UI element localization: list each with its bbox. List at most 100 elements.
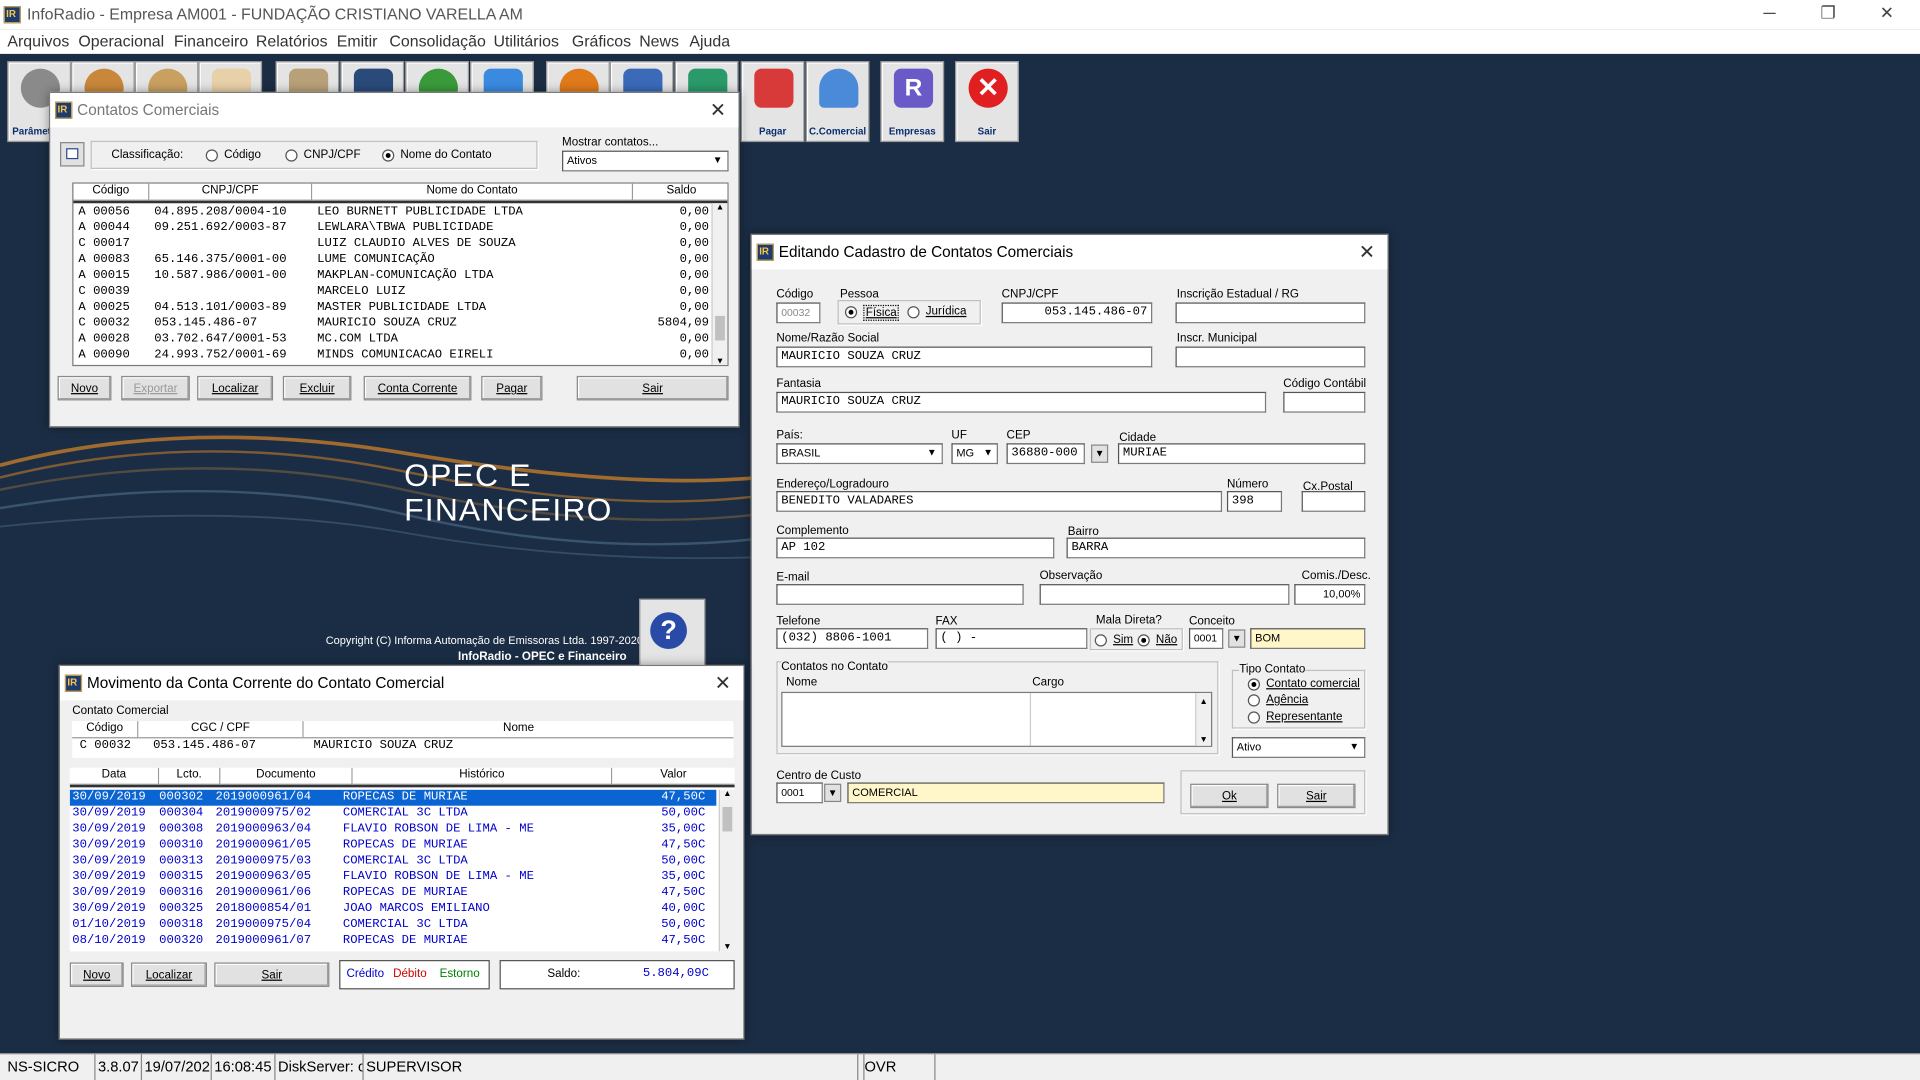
close-icon[interactable]: ✕ xyxy=(715,671,731,695)
contatos-cell[interactable]: LUIZ CLAUDIO ALVES DE SOUZA xyxy=(317,236,515,252)
exportar-button[interactable]: Exportar xyxy=(121,375,190,401)
endereco-field[interactable]: BENEDITO VALADARES xyxy=(776,491,1223,512)
fax-field[interactable]: ( ) - xyxy=(935,628,1088,649)
table-row[interactable]: 30/09/2019 000316 2019000961/06 ROPECAS DE … xyxy=(70,885,717,901)
mov-novo-button[interactable]: Novo xyxy=(69,962,124,987)
pais-select[interactable]: BRASIL xyxy=(776,443,943,465)
scroll-thumb[interactable] xyxy=(722,806,733,832)
table-row[interactable]: 30/09/2019 000308 2019000963/04 FLAVIO ROBS… xyxy=(70,822,717,838)
contatos-cell[interactable]: MARCELO LUIZ xyxy=(317,284,405,300)
contatos-cell[interactable]: LEO BURNETT PUBLICIDADE LTDA xyxy=(317,204,523,220)
table-row[interactable]: 30/09/2019 000313 2019000975/03 COMERCIAL 3… xyxy=(70,853,717,869)
scroll-up-icon[interactable]: ▲ xyxy=(720,790,735,799)
cidade-field[interactable]: MURIAE xyxy=(1117,443,1366,465)
sair-button[interactable]: Sair xyxy=(576,375,729,401)
menu-ajuda[interactable]: Ajuda xyxy=(689,32,730,50)
ok-button[interactable]: Ok xyxy=(1190,783,1269,809)
contatos-cell[interactable]: 0,00 xyxy=(633,300,709,316)
radio-agencia[interactable] xyxy=(1247,694,1261,707)
col-cnpj[interactable]: CNPJ/CPF xyxy=(149,183,313,201)
conta-corrente-button[interactable]: Conta Corrente xyxy=(363,375,472,401)
toolbar-pagar-button[interactable]: Pagar xyxy=(740,61,805,143)
table-row[interactable]: 01/10/2019 000318 2019000975/04 COMERCIAL 3… xyxy=(70,917,717,933)
movimento-scrollbar[interactable]: ▲ ▼ xyxy=(718,789,735,952)
cep-field[interactable]: 36880-000 xyxy=(1006,443,1085,465)
cep-lookup-button[interactable]: ▼ xyxy=(1091,444,1109,463)
contatos-cell[interactable]: 0,00 xyxy=(633,348,709,364)
contatos-cell[interactable]: A 00025 xyxy=(78,300,129,316)
radio-fisica[interactable] xyxy=(844,306,858,319)
contatos-contato-grid[interactable]: ▲ ▼ xyxy=(781,691,1213,747)
contatos-cell[interactable]: 04.895.208/0004-10 xyxy=(154,204,286,220)
col-nome[interactable]: Nome do Contato xyxy=(312,183,634,201)
close-icon[interactable]: ✕ xyxy=(1359,240,1375,264)
menu-arquivos[interactable]: Arquivos xyxy=(7,32,69,50)
toolbar-ccomercial-button[interactable]: C.Comercial xyxy=(805,61,870,143)
numero-field[interactable]: 398 xyxy=(1226,491,1283,512)
close-icon[interactable]: ✕ xyxy=(1869,2,1906,23)
radio-cnpj[interactable] xyxy=(285,149,298,162)
contatos-cell[interactable]: 0,00 xyxy=(633,268,709,284)
contatos-cell[interactable]: 0,00 xyxy=(633,220,709,236)
centro-custo-code-field[interactable]: 0001 xyxy=(776,782,823,804)
contatos-cell[interactable]: MC.COM LTDA xyxy=(317,332,398,348)
conceito-code-field[interactable]: 0001 xyxy=(1188,628,1224,649)
contatos-cell[interactable]: 03.702.647/0001-53 xyxy=(154,332,286,348)
mov-sair-button[interactable]: Sair xyxy=(214,962,330,987)
menu-relatorios[interactable]: Relatórios xyxy=(256,32,328,50)
scroll-thumb[interactable] xyxy=(715,315,725,341)
scroll-up-icon[interactable]: ▲ xyxy=(713,203,728,212)
minimize-icon[interactable]: ─ xyxy=(1751,2,1788,22)
restore-icon[interactable]: ❐ xyxy=(1810,2,1847,23)
radio-mala-sim[interactable] xyxy=(1094,634,1107,647)
centro-custo-field[interactable]: COMERCIAL xyxy=(847,782,1165,804)
contatos-cell[interactable]: 0,00 xyxy=(633,204,709,220)
table-row[interactable]: 30/09/2019 000304 2019000975/02 COMERCIAL 3… xyxy=(70,806,717,822)
toolbar-sair-button[interactable]: ✕ Sair xyxy=(955,61,1019,143)
codigo-field[interactable]: 00032 xyxy=(776,302,821,324)
bairro-field[interactable]: BARRA xyxy=(1066,537,1366,559)
radio-nome[interactable] xyxy=(382,149,395,162)
fantasia-field[interactable]: MAURICIO SOUZA CRUZ xyxy=(776,391,1267,413)
complemento-field[interactable]: AP 102 xyxy=(776,537,1055,559)
contatos-grid[interactable]: Código CNPJ/CPF Nome do Contato Saldo A … xyxy=(72,182,729,367)
contatos-cell[interactable]: 24.993.752/0001-69 xyxy=(154,348,286,364)
chevron-down-icon[interactable]: ▼ xyxy=(923,444,940,462)
contatos-cell[interactable]: MINDS COMUNICACAO EIRELI xyxy=(317,348,493,364)
toolbar-empresas-button[interactable]: R Empresas xyxy=(880,61,945,143)
contatos-cell[interactable]: C 00017 xyxy=(78,236,129,252)
cxpostal-field[interactable] xyxy=(1301,491,1366,512)
movimento-grid[interactable]: Data Lcto. Documento Histórico Valor 30/… xyxy=(69,767,735,952)
contatos-cell[interactable]: A 00090 xyxy=(78,348,129,364)
radio-juridica[interactable] xyxy=(907,306,920,319)
contatos-cell[interactable]: MASTER PUBLICIDADE LTDA xyxy=(317,300,486,316)
menu-financeiro[interactable]: Financeiro xyxy=(174,32,248,50)
col-saldo[interactable]: Saldo xyxy=(633,183,728,201)
email-field[interactable] xyxy=(776,584,1024,605)
mov-localizar-button[interactable]: Localizar xyxy=(131,962,207,987)
scroll-up-icon[interactable]: ▲ xyxy=(1196,698,1211,707)
contabil-field[interactable] xyxy=(1283,391,1366,413)
chevron-down-icon[interactable]: ▼ xyxy=(1346,738,1363,756)
comis-field[interactable]: 10,00% xyxy=(1294,584,1366,605)
menu-graficos[interactable]: Gráficos xyxy=(572,32,631,50)
contatos-contato-scrollbar[interactable]: ▲ ▼ xyxy=(1195,693,1212,746)
radio-mala-nao[interactable] xyxy=(1137,634,1150,647)
excluir-button[interactable]: Excluir xyxy=(282,375,352,401)
contatos-cell[interactable]: 0,00 xyxy=(633,332,709,348)
scroll-down-icon[interactable]: ▼ xyxy=(1196,736,1211,745)
scroll-down-icon[interactable]: ▼ xyxy=(720,943,735,952)
contatos-cell[interactable]: 0,00 xyxy=(633,252,709,268)
col-documento[interactable]: Documento xyxy=(220,767,353,785)
localizar-button[interactable]: Localizar xyxy=(197,375,274,401)
menu-operacional[interactable]: Operacional xyxy=(78,32,164,50)
centro-custo-lookup-button[interactable]: ▼ xyxy=(824,783,842,803)
contatos-cell[interactable]: 10.587.986/0001-00 xyxy=(154,268,286,284)
contatos-cell[interactable]: 053.145.486-07 xyxy=(154,316,257,332)
editando-sair-button[interactable]: Sair xyxy=(1277,783,1356,809)
help-button[interactable]: ? xyxy=(639,598,706,668)
conceito-lookup-button[interactable]: ▼ xyxy=(1228,629,1246,648)
contatos-cell[interactable]: 65.146.375/0001-00 xyxy=(154,252,286,268)
contatos-cell[interactable]: MAKPLAN-COMUNICAÇÃO LTDA xyxy=(317,268,493,284)
contatos-cell[interactable]: 09.251.692/0003-87 xyxy=(154,220,286,236)
